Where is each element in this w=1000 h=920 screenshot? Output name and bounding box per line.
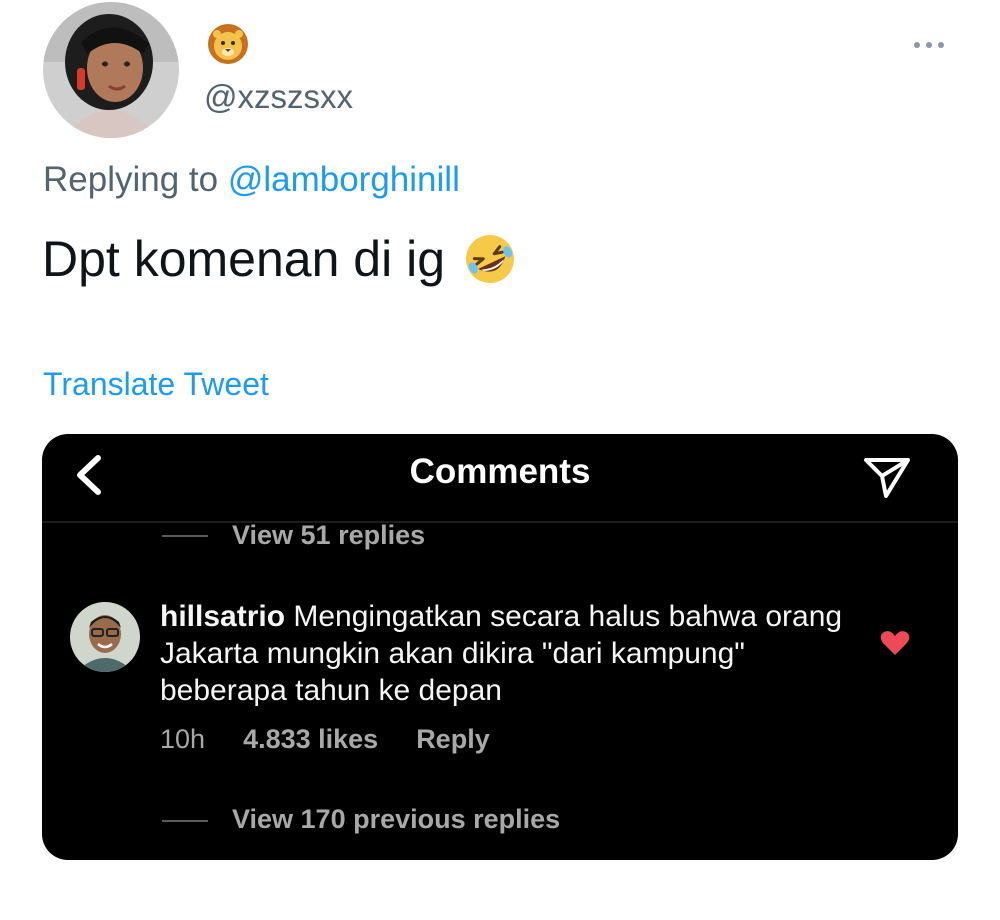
comment-body: hillsatrio Mengingatkan secara halus bah…: [160, 598, 860, 709]
comment-reply-link: Reply: [416, 724, 490, 754]
comment-username: hillsatrio: [160, 600, 286, 633]
view-replies-bottom: View 170 previous replies: [232, 804, 561, 834]
tweet-text: Dpt komenan di ig: [42, 230, 519, 288]
lion-face-emoji: [206, 22, 250, 66]
thread-line: [162, 820, 208, 822]
replying-to: Replying to @lamborghinill: [43, 160, 460, 200]
author-handle[interactable]: @xzszsxx: [204, 78, 353, 116]
comment-meta: 10h 4.833 likes Reply: [160, 724, 490, 755]
tweet-text-content: Dpt komenan di ig: [42, 231, 446, 287]
comment-time: 10h: [160, 724, 206, 754]
author-avatar[interactable]: [43, 2, 179, 138]
rolling-on-floor-laughing-emoji: [461, 230, 519, 288]
header-divider: [42, 521, 958, 523]
replying-to-mention[interactable]: @lamborghinill: [228, 160, 460, 199]
thread-line: [162, 535, 208, 537]
comments-title: Comments: [409, 452, 591, 491]
view-replies-top: View 51 replies: [232, 520, 426, 550]
commenter-avatar: [70, 602, 140, 672]
heart-icon: [880, 630, 910, 656]
paper-plane-icon: [862, 452, 912, 500]
more-horizontal-icon[interactable]: [914, 38, 954, 52]
embedded-screenshot[interactable]: Comments View 51 replies hillsatrio Meng…: [42, 434, 958, 860]
replying-prefix: Replying to: [43, 160, 228, 199]
comment-likes: 4.833 likes: [243, 724, 379, 754]
translate-tweet-link[interactable]: Translate Tweet: [43, 366, 269, 403]
